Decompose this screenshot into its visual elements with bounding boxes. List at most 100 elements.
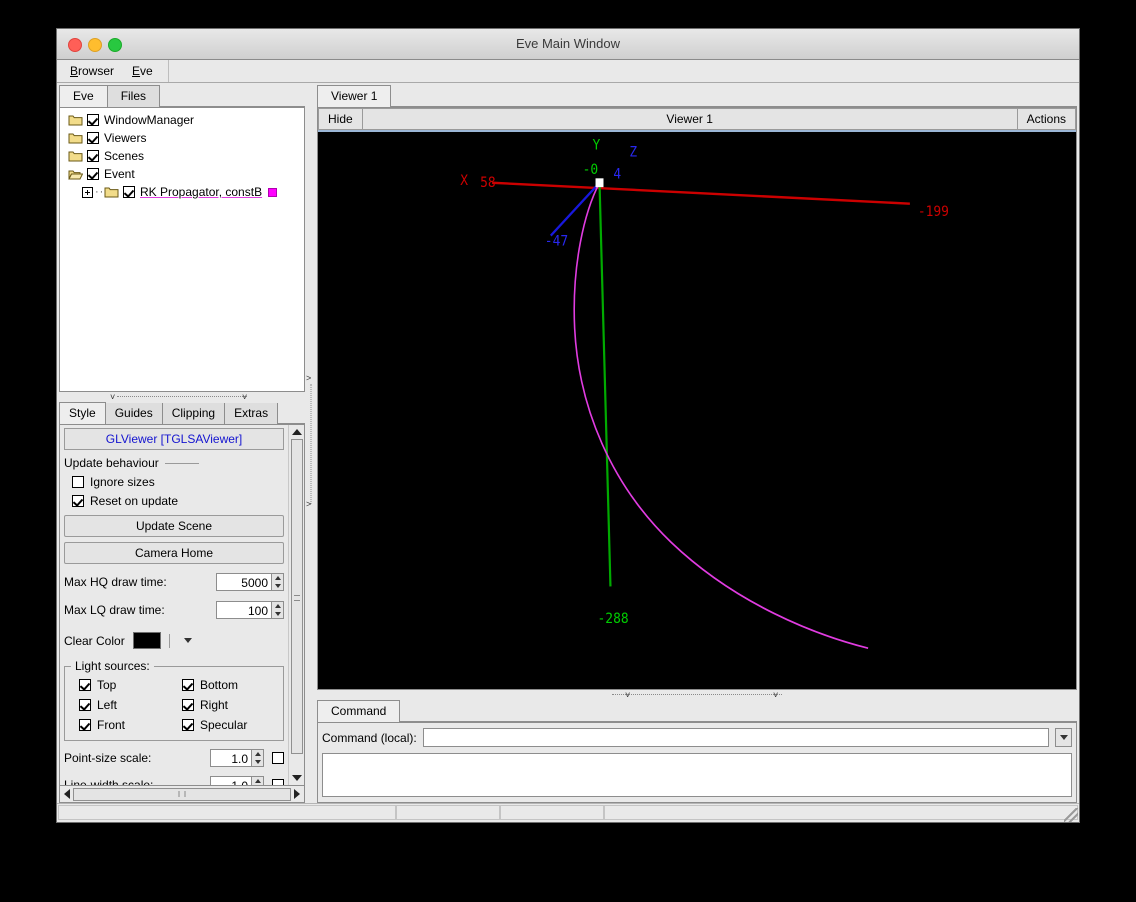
- checkbox-light-front[interactable]: Front: [71, 715, 174, 734]
- thumb-grip: [178, 791, 186, 797]
- checkbox-box[interactable]: [182, 698, 194, 711]
- command-output[interactable]: [322, 753, 1072, 797]
- editor-horizontal-scrollbar[interactable]: [59, 786, 305, 803]
- line-width-scale-input[interactable]: 1.0: [210, 776, 252, 785]
- expand-plus-icon[interactable]: [82, 186, 93, 198]
- scrollbar-thumb[interactable]: [290, 439, 303, 754]
- chevron-down-icon[interactable]: ˅: [773, 691, 778, 700]
- tab-extras[interactable]: Extras: [224, 402, 279, 424]
- tree-item-label: RK Propagator, constB: [140, 185, 263, 199]
- checkbox-light-right[interactable]: Right: [174, 695, 277, 714]
- folder-closed-icon: [104, 186, 119, 198]
- clear-color-swatch[interactable]: [132, 632, 161, 649]
- checkbox-label: Right: [200, 697, 229, 712]
- point-size-scale-checkbox[interactable]: [272, 752, 284, 764]
- tree-item-event[interactable]: Event: [60, 165, 304, 183]
- tree-checkbox[interactable]: [87, 150, 99, 162]
- thumb-grip: [293, 594, 300, 601]
- chevron-down-icon[interactable]: ˅: [242, 393, 247, 402]
- scroll-left-arrow-icon[interactable]: [64, 789, 70, 799]
- vertical-splitter[interactable]: ˃ ˃: [305, 85, 317, 803]
- command-history-dropdown[interactable]: [1055, 728, 1072, 747]
- resize-grip[interactable]: [1064, 808, 1078, 822]
- tree-item-viewers[interactable]: Viewers: [60, 129, 304, 147]
- menu-eve[interactable]: Eve: [123, 62, 162, 80]
- point-size-scale-stepper[interactable]: [252, 749, 264, 767]
- chevron-right-icon[interactable]: ˃: [306, 500, 311, 509]
- x-axis-letter: X: [460, 172, 469, 189]
- update-scene-button[interactable]: Update Scene: [64, 515, 284, 537]
- z-axis-far-label: -47: [545, 233, 568, 250]
- scroll-down-arrow-icon[interactable]: [291, 775, 302, 781]
- divider: [168, 633, 170, 648]
- checkbox-light-bottom[interactable]: Bottom: [174, 675, 277, 694]
- tree-checkbox[interactable]: [87, 132, 99, 144]
- camera-home-button[interactable]: Camera Home: [64, 542, 284, 564]
- menu-browser[interactable]: Browser: [61, 62, 123, 80]
- point-size-scale-input[interactable]: 1.0: [210, 749, 252, 767]
- scroll-up-arrow-icon[interactable]: [291, 429, 302, 435]
- folder-closed-icon: [68, 132, 83, 144]
- checkbox-box[interactable]: [72, 494, 84, 507]
- hide-button[interactable]: Hide: [318, 108, 363, 130]
- chevron-down-icon[interactable]: ˅: [625, 691, 630, 700]
- tree-item-scenes[interactable]: Scenes: [60, 147, 304, 165]
- checkbox-box[interactable]: [79, 718, 91, 731]
- tree-item-label: Viewers: [104, 131, 147, 145]
- checkbox-label: Left: [97, 697, 118, 712]
- tree-checkbox[interactable]: [87, 168, 99, 180]
- checkbox-box[interactable]: [79, 678, 91, 691]
- light-sources-grid: Top Bottom Left Right Front Specular: [71, 675, 277, 734]
- checkbox-box[interactable]: [182, 678, 194, 691]
- hscrollbar-thumb[interactable]: [73, 787, 291, 801]
- max-hq-draw-time-input[interactable]: 5000: [216, 573, 272, 591]
- gl-viewport[interactable]: X 58 -199 Y -0 -288 Z 4 -47: [318, 130, 1076, 689]
- chevron-right-icon[interactable]: ˃: [306, 374, 311, 383]
- editor-vertical-scrollbar[interactable]: [288, 425, 304, 785]
- checkbox-box[interactable]: [79, 698, 91, 711]
- command-splitter[interactable]: ˅ ˅: [317, 690, 1077, 701]
- max-lq-draw-time-row: Max LQ draw time: 100: [64, 600, 284, 620]
- y-axis-near-label: -0: [583, 161, 599, 178]
- tab-viewer-1[interactable]: Viewer 1: [317, 85, 392, 107]
- line-width-scale-stepper[interactable]: [252, 776, 264, 785]
- checkbox-box[interactable]: [72, 475, 84, 488]
- chevron-down-icon[interactable]: [183, 638, 192, 643]
- checkbox-light-specular[interactable]: Specular: [174, 715, 277, 734]
- tree-item-label: Event: [104, 167, 135, 181]
- checkbox-light-left[interactable]: Left: [71, 695, 174, 714]
- y-axis-letter: Y: [593, 137, 601, 154]
- tab-files[interactable]: Files: [106, 85, 161, 107]
- tree-item-rk-propagator[interactable]: ·· RK Propagator, constB: [60, 183, 304, 201]
- checkbox-light-top[interactable]: Top: [71, 675, 174, 694]
- command-label: Command (local):: [322, 730, 417, 745]
- tree-checkbox[interactable]: [123, 186, 135, 198]
- checkbox-ignore-sizes[interactable]: Ignore sizes: [64, 472, 284, 491]
- checkbox-reset-on-update[interactable]: Reset on update: [64, 491, 284, 510]
- line-width-scale-checkbox[interactable]: [272, 779, 284, 785]
- max-hq-draw-time-stepper[interactable]: [272, 573, 284, 591]
- checkbox-box[interactable]: [182, 718, 194, 731]
- max-lq-draw-time-stepper[interactable]: [272, 601, 284, 619]
- tree-checkbox[interactable]: [87, 114, 99, 126]
- tab-style[interactable]: Style: [59, 402, 106, 424]
- tab-eve[interactable]: Eve: [59, 85, 108, 107]
- z-axis-line: [550, 181, 601, 237]
- actions-button[interactable]: Actions: [1016, 108, 1076, 130]
- track-color-chip[interactable]: [268, 187, 278, 197]
- x-axis-line: [492, 181, 910, 205]
- point-size-scale-row: Point-size scale: 1.0: [64, 748, 284, 768]
- object-tree[interactable]: WindowManager Viewers Scenes Event ·· RK…: [59, 108, 305, 392]
- tree-item-windowmanager[interactable]: WindowManager: [60, 111, 304, 129]
- point-size-scale-label: Point-size scale:: [64, 751, 152, 765]
- tab-guides[interactable]: Guides: [104, 402, 163, 424]
- eve-main-window: Eve Main Window Browser Eve Eve Files Wi…: [56, 28, 1080, 823]
- scroll-right-arrow-icon[interactable]: [294, 789, 300, 799]
- max-lq-draw-time-input[interactable]: 100: [216, 601, 272, 619]
- editor-tabstrip: Style Guides Clipping Extras: [59, 402, 305, 425]
- tab-clipping[interactable]: Clipping: [161, 402, 226, 424]
- tab-command[interactable]: Command: [317, 700, 401, 722]
- x-axis-far-label: -199: [918, 203, 949, 220]
- chevron-down-icon[interactable]: ˅: [110, 393, 115, 402]
- command-input[interactable]: [422, 728, 1049, 747]
